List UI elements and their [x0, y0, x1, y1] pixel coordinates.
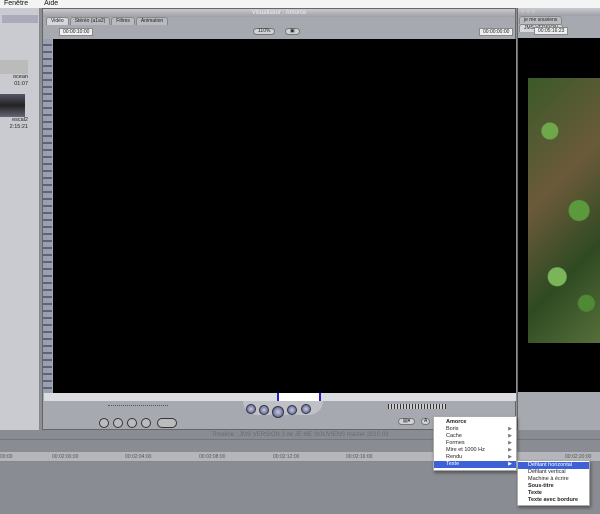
- in-out-range[interactable]: [277, 393, 321, 401]
- browser-panel: ocean 01:07 escal2 2:15:21: [0, 8, 40, 430]
- viewer-title: Visualiseur : Amorce: [43, 9, 515, 17]
- ruler-tick: 00:02:04:00: [125, 454, 152, 460]
- play-around-button[interactable]: [287, 405, 297, 415]
- play-in-out-button[interactable]: [259, 405, 269, 415]
- clip-thumbnail[interactable]: [0, 94, 25, 117]
- submenu-texte[interactable]: Texte: [518, 490, 589, 497]
- menu-item-cache[interactable]: Cache ▶: [434, 433, 516, 440]
- menu-item-mire[interactable]: Mire et 1000 Hz ▶: [434, 447, 516, 454]
- submenu-defilant-horizontal[interactable]: Défilant horizontal: [518, 462, 589, 469]
- play-button[interactable]: [272, 406, 284, 418]
- ruler-tick: 00:02:08:00: [199, 454, 226, 460]
- generator-menu: Amorce Boris ▶ Cache ▶ Formes ▶ Mire et 100…: [433, 416, 517, 471]
- mark-in-button[interactable]: [127, 418, 137, 428]
- menu-fenetre[interactable]: Fenêtre: [4, 0, 28, 7]
- submenu-texte-avec-bordure[interactable]: Texte avec bordure: [518, 497, 589, 504]
- tab-je-me-souviens[interactable]: je me souviens: [519, 16, 563, 24]
- mark-clip-button[interactable]: [113, 418, 123, 428]
- tab-animation[interactable]: Animation: [135, 17, 169, 25]
- canvas-titlebar: ○ ○ ○: [518, 8, 600, 16]
- submenu-machine-a-ecrire[interactable]: Machine à écrire: [518, 476, 589, 483]
- shuttle-slider[interactable]: [108, 405, 168, 408]
- tab-stereo[interactable]: Stéréo (a1a2): [69, 17, 111, 25]
- clip-name: escal2: [12, 117, 28, 123]
- texte-submenu: Défilant horizontal Défilant vertical Ma…: [517, 460, 590, 506]
- ruler-tick: 00:02:16:00: [346, 454, 373, 460]
- duration-field[interactable]: 00:00:10:00: [59, 28, 94, 36]
- tab-video[interactable]: Vidéo: [46, 17, 69, 25]
- menu-item-texte[interactable]: Texte ▶: [434, 461, 516, 468]
- ruler-tick: 00:02:12:00: [273, 454, 300, 460]
- ruler-tick: 00:00: [0, 454, 13, 460]
- clip-duration: 01:07: [14, 81, 28, 87]
- menu-item-amorce[interactable]: Amorce: [434, 419, 516, 426]
- tab-filtres[interactable]: Filtres: [111, 17, 135, 25]
- viewer-tabs: Vidéo Stéréo (a1a2) Filtres Animation: [43, 17, 515, 26]
- menu-item-boris[interactable]: Boris ▶: [434, 426, 516, 433]
- match-frame-button[interactable]: [99, 418, 109, 428]
- menu-bar: Fenêtre Aide: [0, 0, 600, 8]
- clip-duration: 2:15:21: [9, 124, 28, 130]
- canvas-frame-image: [528, 78, 600, 343]
- clip-thumbnail[interactable]: [0, 60, 28, 74]
- prev-edit-button[interactable]: [246, 404, 256, 414]
- browser-view-buttons[interactable]: [2, 15, 38, 23]
- clip-name: ocean: [13, 74, 28, 80]
- ruler-tick: 00:02:00:00: [52, 454, 79, 460]
- next-edit-button[interactable]: [301, 404, 311, 414]
- zoom-popup[interactable]: 110%: [253, 28, 276, 35]
- menu-item-rendu[interactable]: Rendu ▶: [434, 454, 516, 461]
- scrubber-bar[interactable]: [44, 393, 516, 401]
- canvas-timecode[interactable]: 00:05:16:23: [534, 27, 569, 35]
- submenu-sous-titre[interactable]: Sous-titre: [518, 483, 589, 490]
- jog-control[interactable]: [388, 404, 446, 409]
- mark-out-button[interactable]: [141, 418, 151, 428]
- viewer-window: Visualiseur : Amorce Vidéo Stéréo (a1a2) F…: [42, 8, 516, 430]
- viewer-side-strip: [43, 39, 52, 393]
- menu-aide[interactable]: Aide: [44, 0, 58, 7]
- canvas-window: ○ ○ ○ je me souviensJMS VERSION 00:05:16…: [517, 8, 600, 430]
- view-popup[interactable]: ▣: [285, 28, 300, 35]
- menu-item-formes[interactable]: Formes ▶: [434, 440, 516, 447]
- recent-clips-popup[interactable]: ▤▾: [398, 418, 416, 425]
- marker-button[interactable]: [157, 418, 177, 428]
- generator-popup[interactable]: A: [421, 418, 431, 425]
- video-display: [53, 39, 516, 393]
- current-timecode-field[interactable]: 00:00:00:00: [479, 28, 514, 36]
- submenu-defilant-vertical[interactable]: Défilant vertical: [518, 469, 589, 476]
